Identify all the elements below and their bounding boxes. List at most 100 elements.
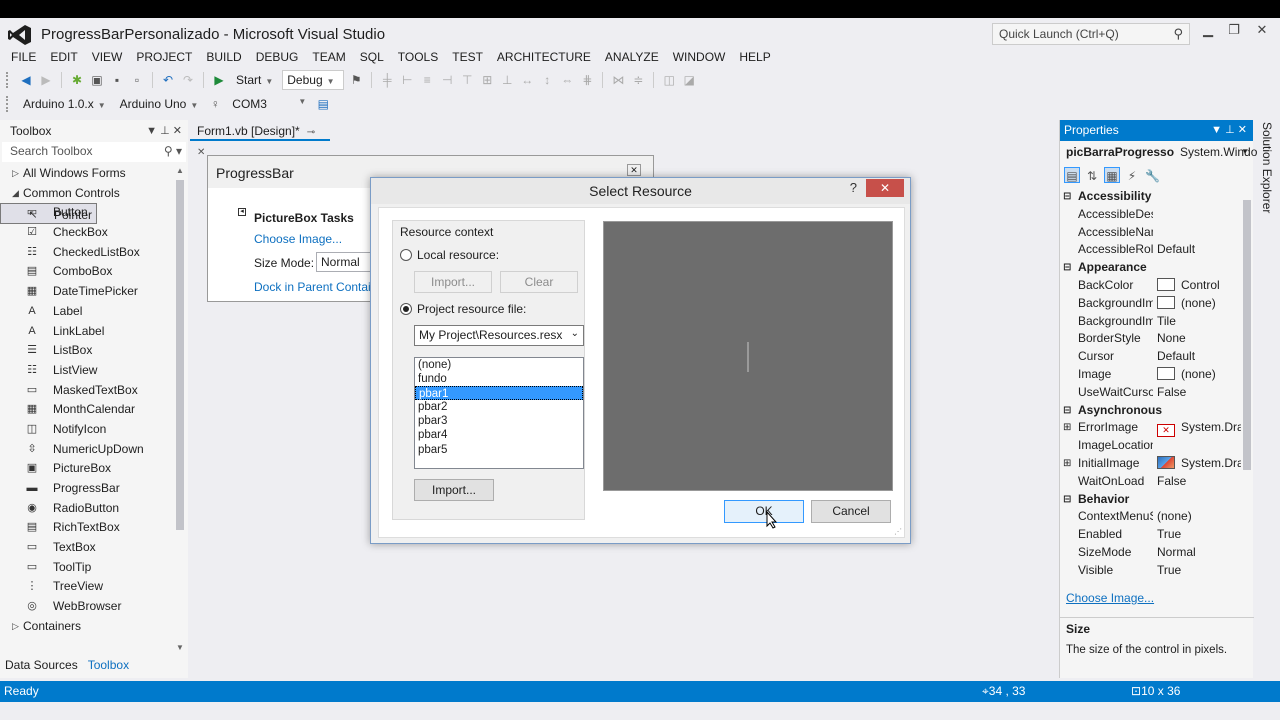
local-resource-radio[interactable] bbox=[400, 249, 412, 261]
resource-item[interactable]: pbar4 bbox=[415, 428, 583, 442]
start-play-icon[interactable]: ▶ bbox=[211, 72, 227, 88]
restore-button[interactable]: ❐ bbox=[1222, 22, 1246, 44]
same-size-icon[interactable]: ⇔ bbox=[559, 72, 575, 88]
property-scrollbar[interactable] bbox=[1242, 188, 1252, 578]
toolbox-item-label[interactable]: A Label bbox=[0, 302, 188, 322]
toolbox-item-checkedlistbox[interactable]: ☷ CheckedListBox bbox=[0, 243, 188, 263]
properties-icon[interactable]: ▦ bbox=[1104, 167, 1120, 183]
hspace-icon[interactable]: ⋈ bbox=[610, 72, 626, 88]
tab-data-sources[interactable]: Data Sources bbox=[0, 657, 83, 675]
port-select[interactable]: COM3 ▼ bbox=[227, 94, 311, 114]
resize-grip-icon[interactable]: ⋰ bbox=[894, 527, 902, 536]
property-value[interactable]: False bbox=[1157, 473, 1241, 491]
property-category[interactable]: ⊟ Asynchronous bbox=[1060, 402, 1244, 420]
menu-view[interactable]: VIEW bbox=[85, 48, 130, 66]
toolbox-item-webbrowser[interactable]: ◎ WebBrowser bbox=[0, 597, 188, 617]
solution-explorer-tab[interactable]: Solution Explorer bbox=[1257, 120, 1277, 213]
align-center-icon[interactable]: ≡ bbox=[419, 72, 435, 88]
property-value[interactable]: Tile bbox=[1157, 313, 1241, 331]
property-value[interactable]: Normal bbox=[1157, 544, 1241, 562]
property-value[interactable]: True bbox=[1157, 562, 1241, 580]
menu-file[interactable]: FILE bbox=[4, 48, 43, 66]
property-row[interactable]: AccessibleNam bbox=[1060, 224, 1244, 242]
board-select[interactable]: Arduino Uno ▼ bbox=[115, 94, 204, 114]
toolbox-scroll-thumb[interactable] bbox=[176, 180, 184, 530]
new-project-icon[interactable]: ✱ bbox=[69, 72, 85, 88]
cancel-button[interactable]: Cancel bbox=[811, 500, 891, 523]
config-select[interactable]: Debug ▼ bbox=[282, 70, 345, 90]
pin-icon[interactable]: ⊸ bbox=[300, 127, 315, 138]
close-window-button[interactable]: ✕ bbox=[1250, 22, 1274, 44]
toolbox-item-maskedtextbox[interactable]: ▭ MaskedTextBox bbox=[0, 381, 188, 401]
board-version-select[interactable]: Arduino 1.0.x ▼ bbox=[18, 94, 111, 114]
property-scroll-thumb[interactable] bbox=[1243, 200, 1251, 470]
property-value[interactable]: False bbox=[1157, 384, 1241, 402]
menu-help[interactable]: HELP bbox=[732, 48, 777, 66]
menu-sql[interactable]: SQL bbox=[353, 48, 391, 66]
property-row[interactable]: AccessibleRole Default bbox=[1060, 241, 1244, 259]
smart-tag-icon[interactable]: ◂ bbox=[238, 208, 246, 216]
property-row[interactable]: BackgroundIm (none) bbox=[1060, 295, 1244, 313]
forward-icon[interactable]: ▶ bbox=[38, 72, 54, 88]
dropdown-icon[interactable]: ▼ bbox=[146, 125, 157, 137]
toolbox-group-all-windows-forms[interactable]: ▷ All Windows Forms bbox=[0, 164, 188, 184]
project-resource-radio[interactable] bbox=[400, 303, 412, 315]
property-row[interactable]: SizeMode Normal bbox=[1060, 544, 1244, 562]
pin-icon[interactable]: ⊥ bbox=[1225, 124, 1235, 136]
resource-item[interactable]: pbar5 bbox=[415, 443, 583, 457]
toolbox-item-tooltip[interactable]: ▭ ToolTip bbox=[0, 558, 188, 578]
property-row[interactable]: BackColor Control bbox=[1060, 277, 1244, 295]
serial-monitor-icon[interactable]: ♀ bbox=[207, 96, 223, 112]
scroll-up-icon[interactable]: ▲ bbox=[176, 166, 184, 175]
property-value[interactable]: None bbox=[1157, 330, 1241, 348]
menu-analyze[interactable]: ANALYZE bbox=[598, 48, 666, 66]
open-file-icon[interactable]: ▣ bbox=[89, 72, 105, 88]
resource-item[interactable]: pbar2 bbox=[415, 400, 583, 414]
scroll-down-icon[interactable]: ▼ bbox=[176, 643, 184, 652]
toolbox-item-notifyicon[interactable]: ◫ NotifyIcon bbox=[0, 420, 188, 440]
resource-item[interactable]: (none) bbox=[415, 358, 583, 372]
resource-item[interactable]: pbar1 bbox=[415, 386, 583, 401]
align-top-icon[interactable]: ⊤ bbox=[459, 72, 475, 88]
property-value[interactable]: Default bbox=[1157, 241, 1241, 259]
dock-in-parent-link[interactable]: Dock in Parent Contain bbox=[254, 280, 377, 294]
toolbox-item-treeview[interactable]: ⋮ TreeView bbox=[0, 577, 188, 597]
property-value[interactable]: True bbox=[1157, 526, 1241, 544]
toolbox-item-progressbar[interactable]: ▬ ProgressBar bbox=[0, 479, 188, 499]
property-row[interactable]: ContextMenuS (none) bbox=[1060, 508, 1244, 526]
property-row[interactable]: ⊞ InitialImage System.Dra bbox=[1060, 455, 1244, 473]
undo-icon[interactable]: ↶ bbox=[160, 72, 176, 88]
menu-test[interactable]: TEST bbox=[445, 48, 490, 66]
choose-image-link[interactable]: Choose Image... bbox=[1066, 591, 1154, 605]
menu-team[interactable]: TEAM bbox=[305, 48, 352, 66]
property-category[interactable]: ⊟ Behavior bbox=[1060, 491, 1244, 509]
tab-form1-design[interactable]: Form1.vb [Design]* ⊸ ✕ bbox=[190, 121, 330, 158]
property-row[interactable]: ⊞ ErrorImage ✕ System.Dra bbox=[1060, 419, 1244, 438]
grid-icon[interactable]: ⋕ bbox=[579, 72, 595, 88]
send-back-icon[interactable]: ◪ bbox=[681, 72, 697, 88]
help-button[interactable]: ? bbox=[850, 180, 857, 195]
toolbox-group-containers[interactable]: ▷ Containers bbox=[0, 617, 188, 637]
import-button[interactable]: Import... bbox=[414, 479, 494, 501]
redo-icon[interactable]: ↷ bbox=[180, 72, 196, 88]
toolbar-grip[interactable] bbox=[6, 96, 10, 112]
property-category[interactable]: ⊟ Accessibility bbox=[1060, 188, 1244, 206]
size-mode-select[interactable]: Normal bbox=[316, 252, 376, 272]
toolbox-item-combobox[interactable]: ▤ ComboBox bbox=[0, 262, 188, 282]
toolbox-item-checkbox[interactable]: ☑ CheckBox bbox=[0, 223, 188, 243]
pin-icon[interactable]: ⊥ bbox=[160, 125, 170, 137]
property-value[interactable]: System.Dra bbox=[1157, 455, 1241, 473]
same-height-icon[interactable]: ↕ bbox=[539, 72, 555, 88]
save-icon[interactable]: ▪ bbox=[109, 72, 125, 88]
resource-item[interactable]: pbar3 bbox=[415, 414, 583, 428]
property-value[interactable]: (none) bbox=[1157, 508, 1241, 526]
align-right-icon[interactable]: ⊣ bbox=[439, 72, 455, 88]
toolbox-group-common-controls[interactable]: ◢ Common Controls bbox=[0, 184, 188, 204]
toolbox-item-radiobutton[interactable]: ◉ RadioButton bbox=[0, 499, 188, 519]
align-bottom-icon[interactable]: ⊥ bbox=[499, 72, 515, 88]
events-icon[interactable]: ⚡ bbox=[1124, 167, 1140, 183]
toolbox-item-picturebox[interactable]: ▣ PictureBox bbox=[0, 459, 188, 479]
property-row[interactable]: Image (none) bbox=[1060, 366, 1244, 384]
close-icon[interactable]: ✕ bbox=[1238, 124, 1247, 136]
dropdown-icon[interactable]: ▼ bbox=[1211, 124, 1222, 136]
